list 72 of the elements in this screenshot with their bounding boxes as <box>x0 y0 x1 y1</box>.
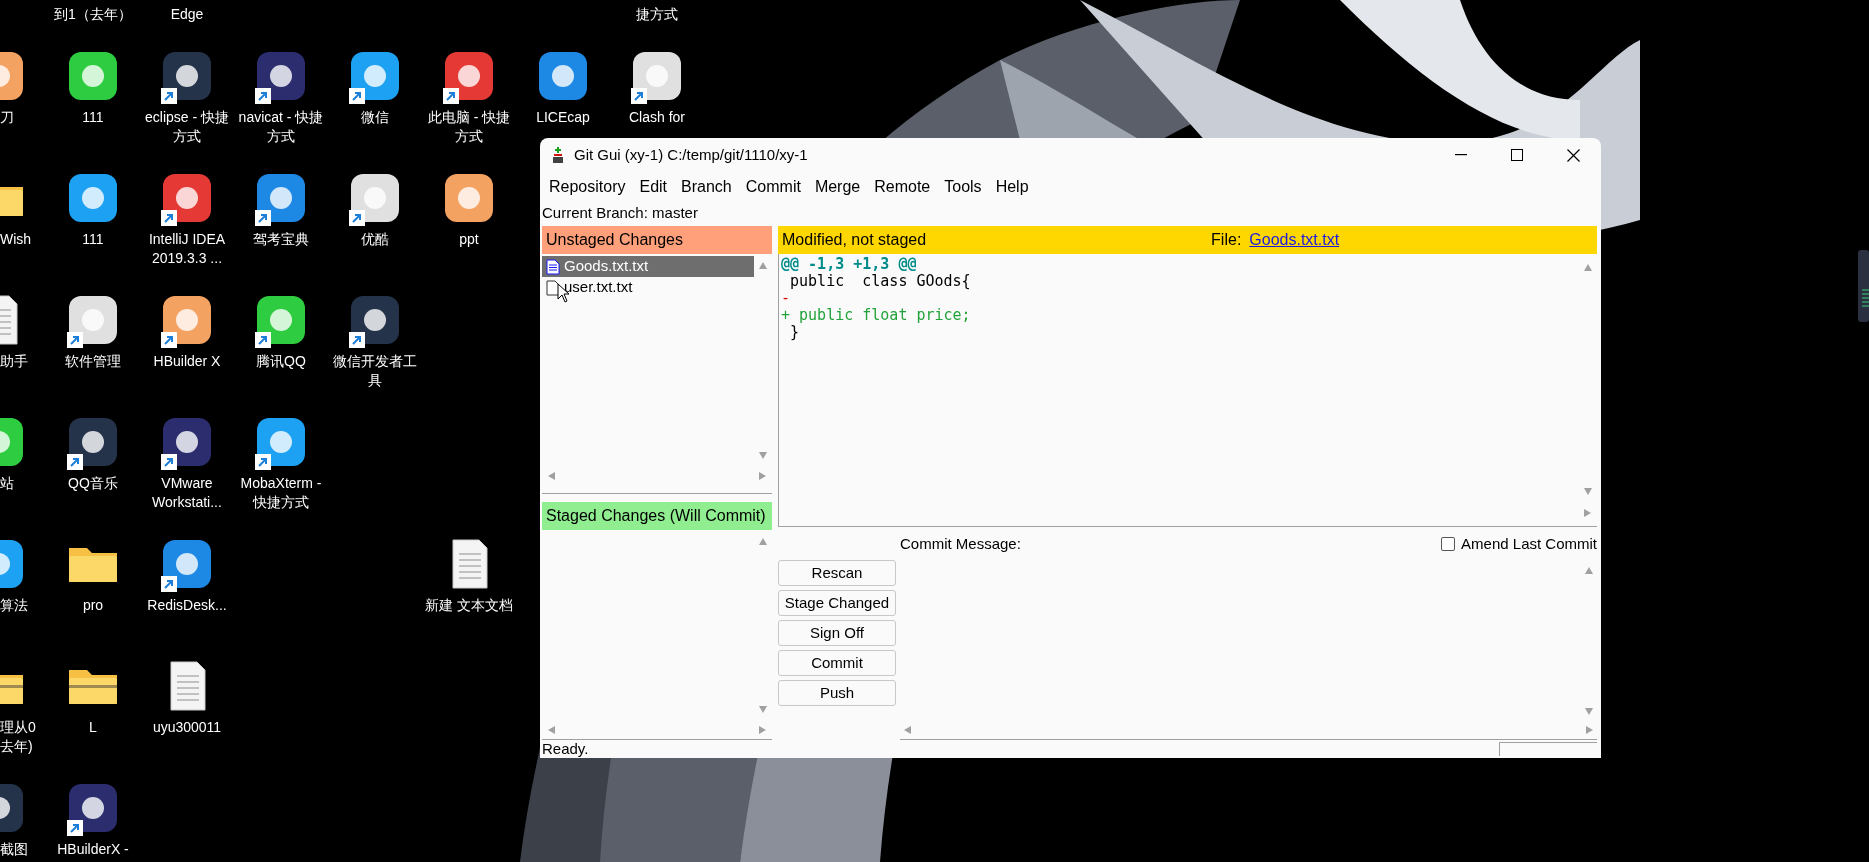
desktop-icon-label: 111 <box>81 108 105 127</box>
git-app-icon <box>550 146 566 164</box>
menu-item[interactable]: Remote <box>867 175 938 199</box>
desktop-icon-label: 软件管理 <box>64 352 122 371</box>
staged-changes-header: Staged Changes (Will Commit) <box>542 502 772 530</box>
minimize-icon <box>1455 154 1467 156</box>
amend-checkbox[interactable]: Amend Last Commit <box>1441 532 1597 556</box>
diff-line: - <box>781 290 792 307</box>
diff-line: public class GOods{ <box>789 273 972 290</box>
desktop-icon-label: LICEcap <box>535 108 591 127</box>
commit-message-label: Commit Message: <box>900 533 1021 554</box>
desktop-icon-label: 捷方式 <box>635 5 679 24</box>
action-button[interactable]: Sign Off <box>778 620 896 646</box>
desktop-icon-label: pro <box>81 596 105 615</box>
desktop-icon-label: 算法 <box>0 596 29 615</box>
desktop-icon-label: RedisDesk... <box>146 596 228 615</box>
file-label: File: <box>1211 230 1242 250</box>
desktop-icon-label: 微信 <box>360 108 390 127</box>
file-link[interactable]: Goods.txt.txt <box>1249 228 1340 252</box>
desktop-icon-label: ppt <box>458 230 480 249</box>
desktop-icon-label: Wish <box>0 230 33 249</box>
desktop-icon-label: navicat - 快捷方式 <box>237 108 325 146</box>
desktop-icon-label: HBuilderX - <box>56 840 130 859</box>
menu-item[interactable]: Help <box>988 175 1036 199</box>
desktop-icon-label: 优酷 <box>360 230 390 249</box>
desktop-icon-label: 腾讯QQ <box>255 352 307 371</box>
checkbox[interactable] <box>1441 537 1456 551</box>
desktop-icon-label: 微信开发者工具 <box>332 352 418 390</box>
menu-item[interactable]: Branch <box>674 175 739 199</box>
meter-icon <box>1858 250 1869 322</box>
maximize-icon <box>1511 149 1523 161</box>
desktop-icon-label: eclipse - 快捷方式 <box>144 108 230 146</box>
action-button[interactable]: Rescan <box>778 560 896 586</box>
diff-status: Modified, not staged <box>782 230 927 250</box>
desktop-icon-label: QQ音乐 <box>67 474 119 493</box>
desktop-icon-label: L <box>88 718 98 737</box>
action-button[interactable]: Push <box>778 680 896 706</box>
action-button[interactable]: Stage Changed <box>778 590 896 616</box>
window-title: Git Gui (xy-1) C:/temp/git/1110/xy-1 <box>574 144 808 165</box>
desktop-icon-label: 助手 <box>0 352 29 371</box>
diff-line: } <box>789 324 801 341</box>
unstaged-changes-header: Unstaged Changes <box>542 226 772 254</box>
desktop-icon-label: 到1（去年） <box>53 5 133 24</box>
desktop-icon-label: HBuilder X <box>152 352 222 371</box>
close-icon <box>1566 148 1580 162</box>
menu-item[interactable]: Commit <box>738 175 808 199</box>
status-text: Ready. <box>541 740 590 758</box>
desktop-icon-label: VMware Workstati... <box>151 474 223 512</box>
menu-item[interactable]: Merge <box>807 175 868 199</box>
action-button[interactable]: Commit <box>778 650 896 676</box>
desktop-icon-label: MobaXterm - 快捷方式 <box>239 474 323 512</box>
desktop-icon-label: 111 <box>81 230 105 249</box>
desktop-icon-label: 此电脑 - 快捷方式 <box>426 108 512 146</box>
desktop-icon-label: Edge <box>169 5 205 24</box>
diff-line: + public float price; <box>781 307 972 324</box>
desktop-icon-label: 新建 文本文档 <box>424 596 514 615</box>
desktop-icon-label: 驾考宝典 <box>252 230 310 249</box>
file-list-item[interactable]: user.txt.txt <box>542 277 754 298</box>
desktop-icon-label: Clash for <box>628 108 686 127</box>
menu-item[interactable]: Edit <box>632 175 675 199</box>
desktop-icon-label: 理从0 去年) <box>0 718 37 756</box>
desktop-icon-label: IntelliJ IDEA 2019.3.3 ... <box>147 230 227 268</box>
file-list-item[interactable]: Goods.txt.txt <box>542 256 754 277</box>
document-icon <box>546 258 560 275</box>
diff-line: @@ -1,3 +1,3 @@ <box>781 256 918 273</box>
desktop-icon-label: 截图 <box>0 840 29 859</box>
menu-item[interactable]: Repository <box>542 175 633 199</box>
menu-item[interactable]: Tools <box>937 175 989 199</box>
desktop-icon-label: 刀 <box>0 108 15 127</box>
current-branch-label: Current Branch: master <box>541 202 699 223</box>
desktop-icon-label: uyu300011 <box>151 718 223 737</box>
desktop-icon-label: 站 <box>0 474 15 493</box>
